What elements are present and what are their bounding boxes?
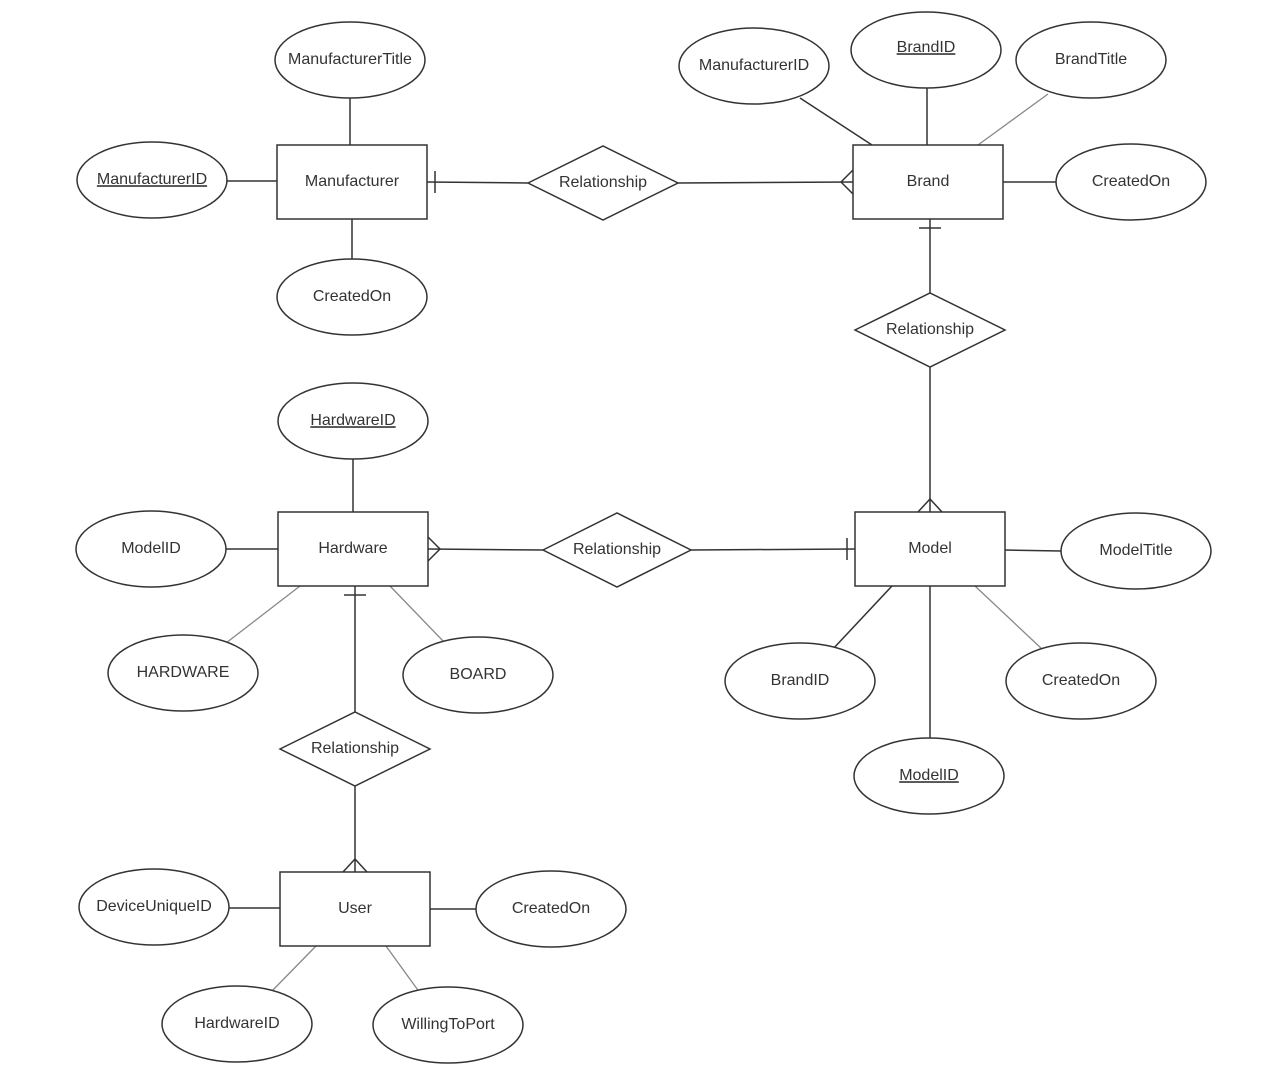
attr-hardware-id[interactable]: HardwareID [277, 382, 429, 460]
attr-manufacturer-title[interactable]: ManufacturerTitle [274, 21, 426, 99]
label-text: ManufacturerTitle [288, 51, 412, 68]
entity-user[interactable]: User [279, 871, 431, 947]
label-text: CreatedOn [313, 288, 391, 305]
label-text: User [338, 900, 372, 917]
relationship-hardware-user[interactable]: Relationship [278, 711, 432, 787]
label-text: CreatedOn [1092, 173, 1170, 190]
attr-manufacturer-created[interactable]: CreatedOn [276, 258, 428, 336]
attr-brand-title[interactable]: BrandTitle [1015, 21, 1167, 99]
label-text: ManufacturerID [699, 57, 809, 74]
attr-user-hardware-id[interactable]: HardwareID [161, 985, 313, 1063]
entity-model[interactable]: Model [854, 511, 1006, 587]
label-text: ManufacturerID [97, 171, 207, 188]
relationship-manufacturer-brand[interactable]: Relationship [526, 145, 680, 221]
label-text: WillingToPort [401, 1016, 495, 1033]
label-text: Model [908, 540, 952, 557]
relationship-brand-model[interactable]: Relationship [853, 292, 1007, 368]
attr-model-id[interactable]: ModelID [853, 737, 1005, 815]
label-text: ModelID [121, 540, 181, 557]
entity-manufacturer[interactable]: Manufacturer [276, 144, 428, 220]
label-text: Relationship [573, 541, 661, 558]
label-text: HARDWARE [137, 664, 230, 681]
entity-brand[interactable]: Brand [852, 144, 1004, 220]
entity-hardware[interactable]: Hardware [277, 511, 429, 587]
attr-brand-id[interactable]: BrandID [850, 11, 1002, 89]
attr-brand-manufacturer-id[interactable]: ManufacturerID [678, 27, 830, 105]
label-text: HardwareID [310, 412, 395, 429]
attr-user-device-id[interactable]: DeviceUniqueID [78, 868, 230, 946]
label-text: DeviceUniqueID [96, 898, 212, 915]
label-text: Brand [907, 173, 950, 190]
label-text: BOARD [450, 666, 507, 683]
label-text: Relationship [886, 321, 974, 338]
label-text: CreatedOn [512, 900, 590, 917]
label-text: BrandID [897, 39, 956, 56]
attr-hardware-hardware[interactable]: HARDWARE [107, 634, 259, 712]
attr-manufacturer-id[interactable]: ManufacturerID [76, 141, 228, 219]
attr-user-created[interactable]: CreatedOn [475, 870, 627, 948]
attr-model-created[interactable]: CreatedOn [1005, 642, 1157, 720]
label-text: Relationship [559, 174, 647, 191]
attr-hardware-model-id[interactable]: ModelID [75, 510, 227, 588]
attr-user-willing[interactable]: WillingToPort [372, 986, 524, 1064]
label-text: CreatedOn [1042, 672, 1120, 689]
attr-hardware-board[interactable]: BOARD [402, 636, 554, 714]
label-text: HardwareID [194, 1015, 279, 1032]
relationship-hardware-model[interactable]: Relationship [541, 512, 693, 588]
label-text: BrandTitle [1055, 51, 1127, 68]
attr-model-title[interactable]: ModelTitle [1060, 512, 1212, 590]
label-text: Manufacturer [305, 173, 400, 190]
label-text: ModelTitle [1099, 542, 1172, 559]
er-diagram: Manufacturer ManufacturerTitle Manufactu… [75, 11, 1212, 1064]
attr-model-brand-id[interactable]: BrandID [724, 642, 876, 720]
label-text: Hardware [318, 540, 387, 557]
attr-brand-created[interactable]: CreatedOn [1055, 143, 1207, 221]
label-text: BrandID [771, 672, 830, 689]
label-text: ModelID [899, 767, 959, 784]
label-text: Relationship [311, 740, 399, 757]
cardinality-marks [342, 169, 943, 873]
